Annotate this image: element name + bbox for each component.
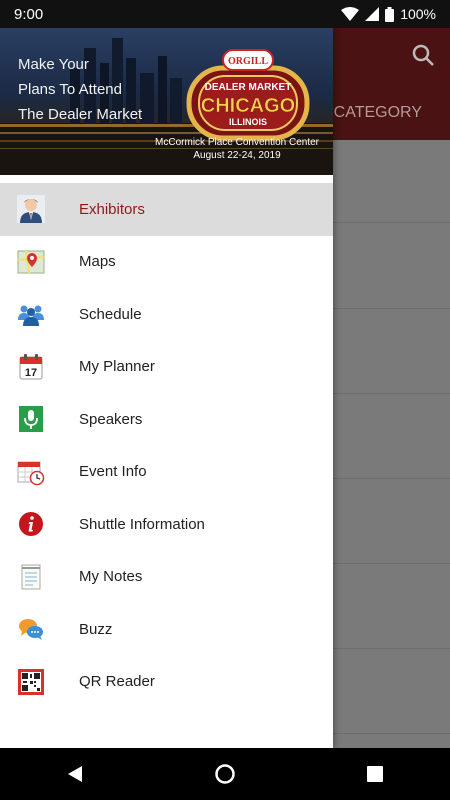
menu-item-maps[interactable]: Maps: [0, 236, 333, 289]
dealer-market-logo: ORGILL DEALER MARKET CHICAGO ILLINOIS: [186, 49, 310, 141]
qr-code-icon: [17, 668, 45, 696]
status-time: 9:00: [14, 5, 44, 23]
system-navigation-bar: [0, 748, 450, 800]
banner-tagline: Make Your Plans To Attend The Dealer Mar…: [18, 56, 143, 123]
status-icons: 100%: [341, 6, 436, 22]
menu-item-my-notes[interactable]: My Notes: [0, 551, 333, 604]
menu-item-speakers[interactable]: Speakers: [0, 393, 333, 446]
menu-item-exhibitors[interactable]: Exhibitors: [0, 183, 333, 236]
navigation-drawer: Make Your Plans To Attend The Dealer Mar…: [0, 28, 333, 748]
menu-item-my-planner[interactable]: 17 My Planner: [0, 341, 333, 394]
menu-label: Shuttle Information: [79, 515, 205, 533]
recents-button[interactable]: [345, 754, 405, 794]
back-triangle-icon: [68, 766, 82, 782]
home-circle-icon: [215, 764, 235, 784]
battery-percent: 100%: [400, 6, 436, 22]
logo-brand: ORGILL: [228, 56, 268, 67]
signal-icon: [365, 7, 380, 21]
logo-top: DEALER MARKET: [205, 82, 292, 93]
exhibitor-person-icon: [17, 195, 45, 224]
notepad-icon: [17, 563, 45, 591]
menu-label: Speakers: [79, 410, 143, 428]
search-icon: [412, 44, 434, 66]
venue-info: McCormick Place Convention Center August…: [155, 137, 319, 161]
menu-item-schedule[interactable]: Schedule: [0, 288, 333, 341]
menu-label: Exhibitors: [79, 200, 145, 218]
chat-bubbles-icon: [17, 615, 45, 643]
menu-label: Maps: [79, 253, 116, 271]
calendar-icon: 17: [17, 353, 45, 381]
home-button[interactable]: [195, 754, 255, 794]
back-button[interactable]: [45, 754, 105, 794]
menu-label: Buzz: [79, 620, 113, 638]
microphone-icon: [17, 405, 45, 433]
battery-icon: [385, 6, 395, 22]
wifi-icon: [341, 7, 360, 21]
menu-item-buzz[interactable]: Buzz: [0, 603, 333, 656]
status-bar: 9:00 100%: [0, 0, 450, 28]
svg-text:17: 17: [25, 367, 37, 379]
menu-item-event-info[interactable]: Event Info: [0, 446, 333, 499]
logo-city: CHICAGO: [201, 95, 295, 117]
menu-label: My Planner: [79, 358, 155, 376]
logo-state: ILLINOIS: [229, 117, 267, 127]
map-pin-icon: [17, 248, 45, 276]
info-icon: [17, 510, 45, 538]
drawer-menu: Exhibitors Maps Schedule 17 My Planner S…: [0, 175, 333, 708]
menu-label: Event Info: [79, 463, 147, 481]
calendar-clock-icon: [17, 458, 45, 486]
group-people-icon: [17, 300, 45, 328]
menu-label: QR Reader: [79, 673, 155, 691]
menu-label: Schedule: [79, 305, 142, 323]
event-banner: Make Your Plans To Attend The Dealer Mar…: [0, 28, 333, 175]
recents-square-icon: [367, 766, 383, 782]
menu-item-qr-reader[interactable]: QR Reader: [0, 656, 333, 709]
background-tab: T CATEGORY: [319, 104, 422, 121]
menu-item-shuttle-information[interactable]: Shuttle Information: [0, 498, 333, 551]
menu-label: My Notes: [79, 568, 143, 586]
